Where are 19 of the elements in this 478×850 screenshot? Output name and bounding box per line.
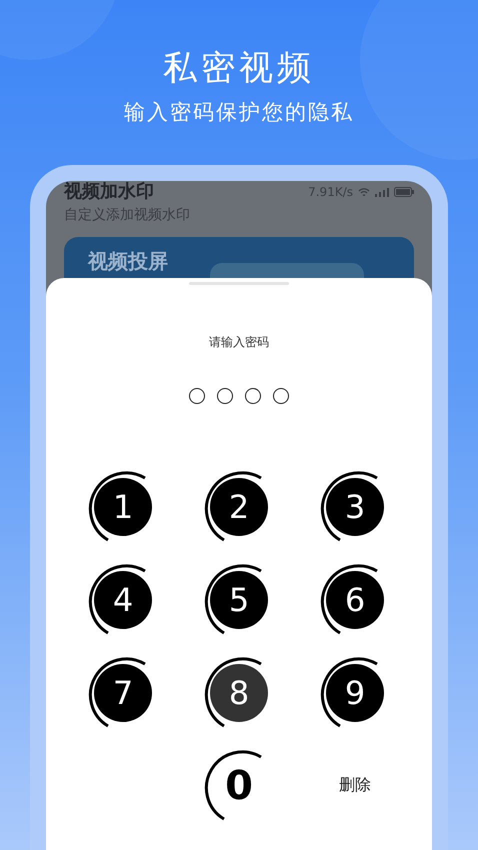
battery-icon	[394, 187, 414, 197]
keypad-key[interactable]: 0	[210, 756, 268, 814]
page-subtitle: 输入密码保护您的隐私	[124, 99, 354, 126]
keypad-key[interactable]: 5	[210, 570, 268, 628]
app-title: 视频加水印	[64, 181, 154, 203]
delete-button[interactable]: 删除	[339, 775, 371, 796]
keypad-key[interactable]: 6	[326, 570, 384, 628]
keypad-key[interactable]: 9	[326, 664, 384, 722]
keypad-key[interactable]: 7	[94, 664, 152, 722]
keypad-key[interactable]: 8	[210, 664, 268, 722]
keypad-key[interactable]: 1	[94, 478, 152, 536]
wifi-icon	[358, 188, 370, 196]
password-prompt: 请输入密码	[209, 334, 269, 351]
keypad-key[interactable]: 4	[94, 570, 152, 628]
page-title: 私密视频	[163, 47, 315, 90]
signal-icon	[375, 188, 389, 196]
keypad-key[interactable]: 3	[326, 478, 384, 536]
keypad-key[interactable]: 2	[210, 478, 268, 536]
card-title: 视频投屏	[88, 249, 168, 273]
